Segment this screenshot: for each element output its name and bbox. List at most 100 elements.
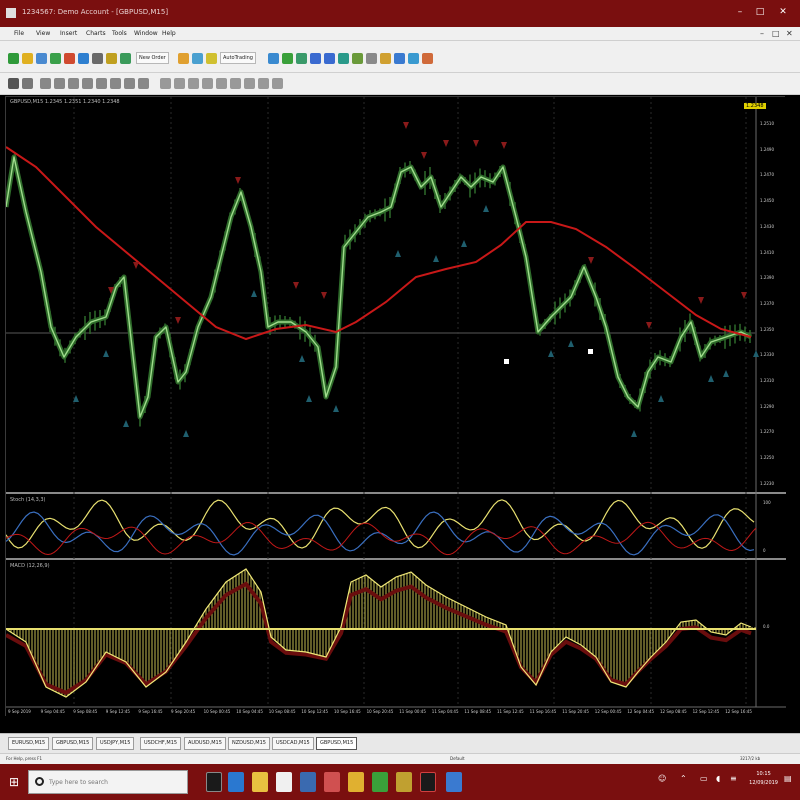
line-chart-icon[interactable] xyxy=(296,53,307,64)
menu-insert[interactable]: Insert xyxy=(60,30,77,37)
chart-window[interactable]: GBPUSD,M15 1.2345 1.2351 1.2340 1.2348 1… xyxy=(5,96,786,717)
metatrader-icon[interactable] xyxy=(420,772,436,792)
tab-eurusd[interactable]: EURUSD,M15 xyxy=(8,737,50,750)
crosshair-icon[interactable] xyxy=(22,78,33,89)
time-axis-label: 9 Sep 20:45 xyxy=(171,709,196,714)
chart-shift-icon[interactable] xyxy=(366,53,377,64)
period-m30-button[interactable] xyxy=(202,78,213,89)
notepad-icon[interactable] xyxy=(276,772,292,792)
excel-icon[interactable] xyxy=(372,772,388,792)
trendline-icon[interactable] xyxy=(68,78,79,89)
notifications-icon[interactable]: ▤ xyxy=(784,774,792,783)
close-button[interactable]: ✕ xyxy=(775,5,791,19)
new-order-button[interactable]: New Order xyxy=(136,52,169,64)
tab-usdcad[interactable]: USDCAD,M15 xyxy=(272,737,314,750)
minimize-button[interactable]: – xyxy=(732,5,748,19)
store-icon[interactable] xyxy=(300,772,316,792)
file-explorer-icon[interactable] xyxy=(252,772,268,792)
market-watch-icon[interactable] xyxy=(36,53,47,64)
autotrading-button[interactable]: AutoTrading xyxy=(220,52,256,64)
menu-file[interactable]: File xyxy=(14,30,24,37)
tab-audusd[interactable]: AUDUSD,M15 xyxy=(184,737,226,750)
word-icon[interactable] xyxy=(446,772,462,792)
templates-icon[interactable] xyxy=(408,53,419,64)
edge-icon[interactable] xyxy=(228,772,244,792)
period-h4-button[interactable] xyxy=(230,78,241,89)
period-w1-button[interactable] xyxy=(258,78,269,89)
label-icon[interactable] xyxy=(124,78,135,89)
trading-platform-window: 1234567: Demo Account - [GBPUSD,M15] – □… xyxy=(0,0,800,800)
menu-charts[interactable]: Charts xyxy=(86,30,106,37)
maximize-button[interactable]: □ xyxy=(752,5,768,19)
arrows-icon[interactable] xyxy=(138,78,149,89)
data-window-icon[interactable] xyxy=(50,53,61,64)
period-m5-button[interactable] xyxy=(174,78,185,89)
taskbar-search-input[interactable] xyxy=(49,776,183,788)
volume-icon[interactable]: ◖ xyxy=(716,774,720,783)
tab-usdjpy[interactable]: USDJPY,M15 xyxy=(96,737,135,750)
taskbar: ⊞ ☺ ⌃ ▭ ◖ ≡ 10:15 12/09/2019 ▤ xyxy=(0,764,800,800)
strategy-tester-icon[interactable] xyxy=(92,53,103,64)
chart-canvas[interactable] xyxy=(6,97,786,717)
terminal-icon[interactable] xyxy=(78,53,89,64)
title-bar: 1234567: Demo Account - [GBPUSD,M15] – □… xyxy=(0,0,800,27)
bar-chart-icon[interactable] xyxy=(268,53,279,64)
tab-usdchf[interactable]: USDCHF,M15 xyxy=(140,737,182,750)
time-axis-label: 9 Sep 12:45 xyxy=(105,709,130,714)
profiles-icon[interactable] xyxy=(22,53,33,64)
new-chart-icon[interactable] xyxy=(8,53,19,64)
zoom-in-icon[interactable] xyxy=(310,53,321,64)
screenshot-icon[interactable] xyxy=(422,53,433,64)
people-icon[interactable]: ☺ xyxy=(658,774,666,783)
text-icon[interactable] xyxy=(110,78,121,89)
menu-help[interactable]: Help xyxy=(162,30,176,37)
metaeditor-icon[interactable] xyxy=(178,53,189,64)
market-icon[interactable] xyxy=(206,53,217,64)
autoscroll-icon[interactable] xyxy=(352,53,363,64)
mail-icon[interactable] xyxy=(324,772,340,792)
chart-close-button[interactable]: ✕ xyxy=(786,29,793,38)
vertical-line-icon[interactable] xyxy=(40,78,51,89)
task-view-icon[interactable] xyxy=(206,772,222,792)
white-marker xyxy=(504,359,509,364)
navigator-icon[interactable] xyxy=(64,53,75,64)
candlestick-icon[interactable] xyxy=(282,53,293,64)
time-axis-label: 9 Sep 2019 xyxy=(8,709,31,714)
zoom-out-icon[interactable] xyxy=(324,53,335,64)
tab-nzdusd[interactable]: NZDUSD,M15 xyxy=(228,737,270,750)
period-d1-button[interactable] xyxy=(244,78,255,89)
fibonacci-icon[interactable] xyxy=(96,78,107,89)
tile-windows-icon[interactable] xyxy=(338,53,349,64)
chart-minimize-button[interactable]: – xyxy=(760,29,764,38)
tab-active-chart[interactable]: GBPUSD,M15 xyxy=(316,737,358,750)
menu-tools[interactable]: Tools xyxy=(112,30,127,37)
network-icon[interactable]: ▭ xyxy=(700,774,708,783)
periods-icon[interactable] xyxy=(394,53,405,64)
period-h1-button[interactable] xyxy=(216,78,227,89)
indicators-icon[interactable] xyxy=(380,53,391,64)
options-icon[interactable] xyxy=(106,53,117,64)
menu-view[interactable]: View xyxy=(36,30,50,37)
stochastic-pane-label: Stoch (14,3,3) xyxy=(10,497,46,503)
tab-gbpusd[interactable]: GBPUSD,M15 xyxy=(52,737,94,750)
windows-start-icon[interactable]: ⊞ xyxy=(6,774,22,790)
time-axis-label: 11 Sep 20:45 xyxy=(562,709,589,714)
period-m1-button[interactable] xyxy=(160,78,171,89)
taskbar-clock[interactable]: 10:15 12/09/2019 xyxy=(749,770,778,788)
taskbar-search-box[interactable] xyxy=(28,770,188,794)
menu-window[interactable]: Window xyxy=(134,30,158,37)
history-icon[interactable] xyxy=(120,53,131,64)
price-axis-label: 1.2290 xyxy=(760,403,774,409)
tray-expand-icon[interactable]: ⌃ xyxy=(680,774,687,783)
folder-icon[interactable] xyxy=(396,772,412,792)
clock-time: 10:15 xyxy=(756,771,771,777)
cursor-icon[interactable] xyxy=(8,78,19,89)
language-icon[interactable]: ≡ xyxy=(730,774,737,783)
channel-icon[interactable] xyxy=(82,78,93,89)
horizontal-line-icon[interactable] xyxy=(54,78,65,89)
chrome-icon[interactable] xyxy=(348,772,364,792)
period-m15-button[interactable] xyxy=(188,78,199,89)
period-mn-button[interactable] xyxy=(272,78,283,89)
signals-icon[interactable] xyxy=(192,53,203,64)
chart-restore-button[interactable]: □ xyxy=(772,29,780,38)
